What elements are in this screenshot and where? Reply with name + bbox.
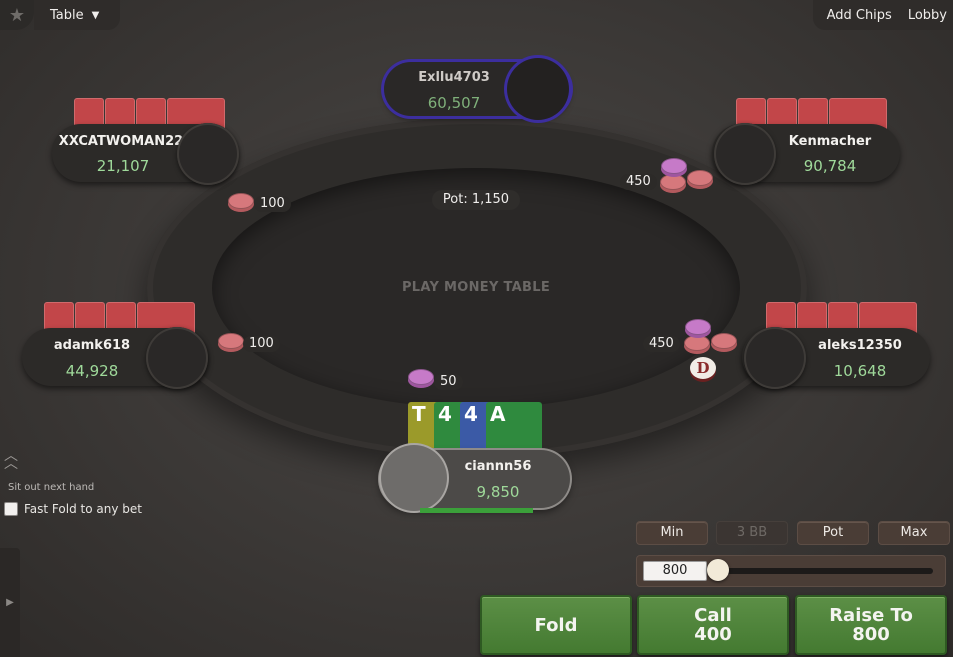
fast-fold-option[interactable]: Fast Fold to any bet [4, 502, 142, 516]
raise-label: Raise To [829, 605, 913, 626]
bet-amount: 100 [254, 196, 291, 212]
bet-amount: 100 [243, 336, 280, 352]
player-name: aleks12350 [818, 338, 902, 353]
hero-name: ciannn56 [464, 459, 532, 474]
player-name: Kenmacher [788, 134, 872, 149]
hero-avatar [381, 445, 447, 511]
table-label: PLAY MONEY TABLE [401, 280, 551, 295]
fold-label: Fold [534, 614, 578, 636]
caret-down-icon: ▼ [91, 9, 100, 21]
player-avatar [177, 123, 239, 185]
side-drawer-toggle[interactable]: ▶ [0, 548, 20, 657]
player-avatar [744, 327, 806, 389]
fast-fold-checkbox[interactable] [4, 502, 18, 516]
favorite-star-icon[interactable]: ★ [0, 0, 34, 30]
preset-3bb-button[interactable]: 3 BB [716, 521, 788, 545]
lobby-link[interactable]: Lobby [908, 8, 947, 23]
chip-stack [228, 193, 254, 209]
pot-amount: Pot: 1,150 [432, 190, 520, 210]
player-avatar [146, 327, 208, 389]
sit-out-next-hand[interactable]: Sit out next hand [8, 482, 94, 493]
bet-amount: 50 [434, 374, 463, 390]
expand-chevron-icon[interactable]: ︿ ︿ [4, 449, 18, 471]
player-avatar [507, 58, 569, 120]
preset-min-button[interactable]: Min [636, 521, 708, 545]
player-name: adamk618 [53, 338, 131, 353]
fast-fold-label: Fast Fold to any bet [24, 502, 142, 516]
hero-timer-bar [420, 508, 533, 513]
raise-button[interactable]: Raise To 800 [795, 595, 947, 655]
top-right-menu: Add Chips Lobby [813, 0, 953, 30]
player-stack: 21,107 [96, 157, 150, 175]
fold-button[interactable]: Fold [480, 595, 632, 655]
table-menu-button[interactable]: Table ▼ [34, 0, 120, 30]
chip-stack [660, 174, 686, 190]
player-stack: 90,784 [803, 157, 857, 175]
chip-stack [661, 158, 687, 174]
player-stack: 44,928 [65, 362, 119, 380]
player-name: Exllu4703 [418, 70, 490, 85]
hero-stack: 9,850 [476, 483, 520, 501]
call-amount: 400 [694, 624, 732, 645]
chip-stack [711, 333, 737, 349]
preset-pot-button[interactable]: Pot [797, 521, 869, 545]
call-label: Call [694, 605, 732, 626]
chip-stack [685, 319, 711, 335]
table-menu-label: Table [50, 7, 84, 23]
dealer-button: D [690, 357, 716, 379]
player-stack: 60,507 [427, 94, 481, 112]
bet-slider-thumb[interactable] [707, 559, 729, 581]
player-stack: 10,648 [833, 362, 887, 380]
preset-max-button[interactable]: Max [878, 521, 950, 545]
raise-amount: 800 [852, 624, 890, 645]
chip-stack [218, 333, 244, 349]
hole-card: A [486, 402, 542, 456]
bet-amount-input[interactable]: 800 [643, 561, 707, 581]
bet-slider-track[interactable] [715, 568, 933, 574]
player-name: XXCATWOMAN22 [58, 134, 184, 149]
call-button[interactable]: Call 400 [637, 595, 789, 655]
add-chips-link[interactable]: Add Chips [827, 8, 892, 23]
bet-amount: 450 [620, 174, 657, 190]
top-bar: ★ Table ▼ Add Chips Lobby [0, 0, 953, 30]
chip-stack [684, 335, 710, 351]
chip-stack [408, 369, 434, 385]
bet-amount: 450 [643, 336, 680, 352]
bet-slider-panel: 800 [636, 555, 946, 587]
chip-stack [687, 170, 713, 186]
player-avatar [714, 123, 776, 185]
